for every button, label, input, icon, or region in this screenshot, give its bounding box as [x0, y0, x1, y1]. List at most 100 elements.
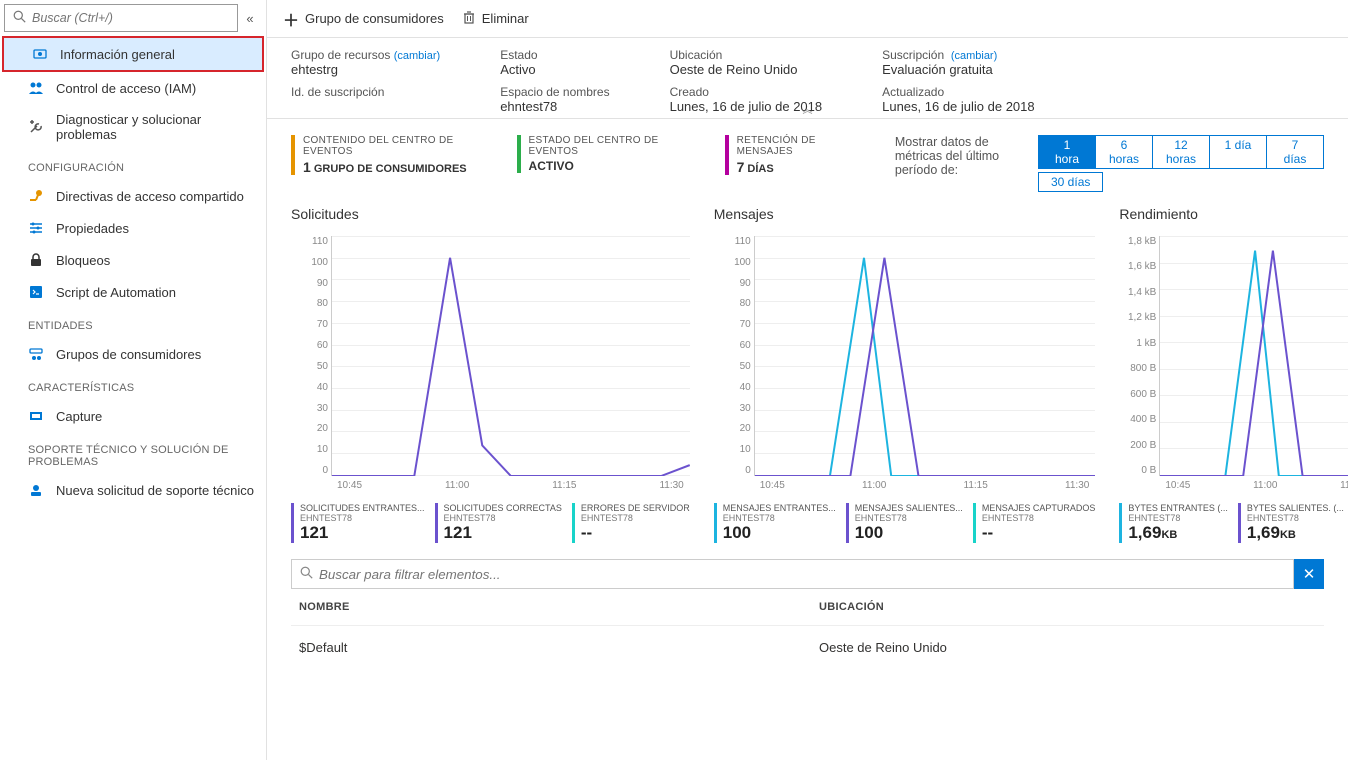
main-content: ＋ Grupo de consumidores Eliminar Grupo d… — [267, 0, 1348, 760]
trash-icon — [462, 10, 476, 27]
chart-mensajes[interactable]: Mensajes110100908070605040302010010:4511… — [714, 206, 1096, 543]
search-icon — [13, 10, 26, 26]
nav-label: Propiedades — [56, 221, 129, 236]
filter-input-wrapper[interactable] — [291, 559, 1294, 589]
nav-label: Nueva solicitud de soporte técnico — [56, 483, 254, 498]
consumers-icon — [28, 346, 44, 362]
metrics-header: CONTENIDO DEL CENTRO DE EVENTOS 1 GRUPO … — [267, 119, 1348, 200]
time-range-label: Mostrar datos de métricas del último per… — [895, 135, 1023, 177]
ess-loc-value: Oeste de Reino Unido — [670, 62, 823, 77]
time-range-12-horas[interactable]: 12 horas — [1152, 135, 1210, 169]
ess-subid-label: Id. de suscripción — [291, 85, 440, 99]
nav-label: Capture — [56, 409, 102, 424]
nav-automation-script[interactable]: Script de Automation — [0, 276, 266, 308]
nav-group-config: CONFIGURACIÓN — [0, 150, 266, 180]
legend-item: MENSAJES SALIENTES...EHNTEST78100 — [846, 503, 963, 543]
script-icon — [28, 284, 44, 300]
time-range-1-día[interactable]: 1 día — [1209, 135, 1267, 169]
delete-button[interactable]: Eliminar — [462, 10, 529, 27]
nav-consumer-groups[interactable]: Grupos de consumidores — [0, 338, 266, 370]
card-value-unit: DÍAS — [744, 163, 773, 175]
nav-shared-access[interactable]: Directivas de acceso compartido — [0, 180, 266, 212]
nav-label: Directivas de acceso compartido — [56, 189, 244, 204]
toolbar: ＋ Grupo de consumidores Eliminar — [267, 0, 1348, 38]
chart-rendimiento[interactable]: Rendimiento1,8 kB1,6 kB1,4 kB1,2 kB1 kB8… — [1119, 206, 1348, 543]
time-range-selector: 1 hora6 horas12 horas1 día7 días 30 días — [1039, 135, 1324, 192]
legend-item: BYTES ENTRANTES (...EHNTEST781,69KB — [1119, 503, 1228, 543]
legend-item: SOLICITUDES ENTRANTES...EHNTEST78121 — [291, 503, 425, 543]
nav-properties[interactable]: Propiedades — [0, 212, 266, 244]
wrench-icon — [28, 119, 44, 135]
key-icon — [28, 188, 44, 204]
ess-updated-label: Actualizado — [882, 85, 1035, 99]
card-value: 1 — [303, 159, 311, 175]
capture-icon — [28, 408, 44, 424]
ess-state-label: Estado — [500, 48, 609, 62]
nav-locks[interactable]: Bloqueos — [0, 244, 266, 276]
button-label: Eliminar — [482, 11, 529, 26]
button-label: Grupo de consumidores — [305, 11, 444, 26]
sidebar: « Información general Control de acceso … — [0, 0, 267, 760]
ess-rg-value[interactable]: ehtestrg — [291, 62, 440, 77]
time-range-7-días[interactable]: 7 días — [1266, 135, 1324, 169]
ess-created-label: Creado — [670, 85, 823, 99]
nav-diagnose[interactable]: Diagnosticar y solucionar problemas — [0, 104, 266, 150]
search-icon — [300, 566, 313, 582]
nav-iam[interactable]: Control de acceso (IAM) — [0, 72, 266, 104]
change-rg-link[interactable]: (cambiar) — [394, 50, 440, 62]
ess-sub-label: Suscripción — [882, 48, 944, 62]
card-retention: RETENCIÓN DE MENSAJES 7 DÍAS — [725, 135, 855, 175]
legend-item: MENSAJES ENTRANTES...EHNTEST78100 — [714, 503, 836, 543]
chart-title: Mensajes — [714, 206, 1096, 222]
legend-item: ERRORES DE SERVIDOREHNTEST78-- — [572, 503, 690, 543]
add-consumer-group-button[interactable]: ＋ Grupo de consumidores — [283, 7, 444, 31]
lock-icon — [28, 252, 44, 268]
plus-icon: ＋ — [283, 7, 299, 31]
filter-row: ✕ — [291, 559, 1324, 589]
essentials: Grupo de recursos (cambiar) ehtestrg Id.… — [267, 38, 1348, 119]
nav-group-support: SOPORTE TÉCNICO Y SOLUCIÓN DE PROBLEMAS — [0, 432, 266, 474]
search-input[interactable] — [32, 11, 229, 25]
overview-icon — [32, 46, 48, 62]
time-range-1-hora[interactable]: 1 hora — [1038, 135, 1096, 169]
card-title: CONTENIDO DEL CENTRO DE EVENTOS — [303, 135, 477, 157]
card-state: ESTADO DEL CENTRO DE EVENTOS ACTIVO — [517, 135, 685, 173]
consumer-groups-table: NOMBRE UBICACIÓN $DefaultOeste de Reino … — [291, 589, 1324, 669]
nav-label: Grupos de consumidores — [56, 347, 201, 362]
time-range-30-días[interactable]: 30 días — [1038, 172, 1103, 192]
nav-group-features: CARACTERÍSTICAS — [0, 370, 266, 400]
ess-state-value: Activo — [500, 62, 609, 77]
col-name-header[interactable]: NOMBRE — [299, 601, 819, 613]
nav-support-request[interactable]: Nueva solicitud de soporte técnico — [0, 474, 266, 506]
search-input-wrapper[interactable] — [4, 4, 238, 32]
collapse-essentials-button[interactable]: ︽ — [803, 101, 813, 116]
ess-ns-label: Espacio de nombres — [500, 85, 609, 99]
legend-item: SOLICITUDES CORRECTASEHNTEST78121 — [435, 503, 562, 543]
legend-item: BYTES SALIENTES. (...EHNTEST781,69KB — [1238, 503, 1344, 543]
clear-filter-button[interactable]: ✕ — [1294, 559, 1324, 589]
chart-title: Solicitudes — [291, 206, 690, 222]
iam-icon — [28, 80, 44, 96]
support-icon — [28, 482, 44, 498]
nav-overview[interactable]: Información general — [2, 36, 264, 72]
collapse-sidebar-button[interactable]: « — [238, 11, 262, 26]
card-content: CONTENIDO DEL CENTRO DE EVENTOS 1 GRUPO … — [291, 135, 477, 175]
filter-input[interactable] — [319, 567, 1285, 582]
col-loc-header[interactable]: UBICACIÓN — [819, 601, 1316, 613]
ess-ns-value: ehntest78 — [500, 99, 609, 114]
ess-rg-label: Grupo de recursos — [291, 48, 390, 62]
nav-label: Bloqueos — [56, 253, 110, 268]
ess-updated-value: Lunes, 16 de julio de 2018 — [882, 99, 1035, 114]
nav-capture[interactable]: Capture — [0, 400, 266, 432]
table-row[interactable]: $DefaultOeste de Reino Unido — [291, 625, 1324, 669]
ess-sub-value[interactable]: Evaluación gratuita — [882, 62, 1035, 77]
card-value-unit: GRUPO DE CONSUMIDORES — [311, 163, 467, 175]
chart-title: Rendimiento — [1119, 206, 1348, 222]
chart-solicitudes[interactable]: Solicitudes110100908070605040302010010:4… — [291, 206, 690, 543]
change-sub-link[interactable]: (cambiar) — [951, 50, 997, 62]
charts-row: Solicitudes110100908070605040302010010:4… — [267, 200, 1348, 553]
nav-label: Script de Automation — [56, 285, 176, 300]
time-range-6-horas[interactable]: 6 horas — [1095, 135, 1153, 169]
properties-icon — [28, 220, 44, 236]
nav-label: Diagnosticar y solucionar problemas — [56, 112, 256, 142]
